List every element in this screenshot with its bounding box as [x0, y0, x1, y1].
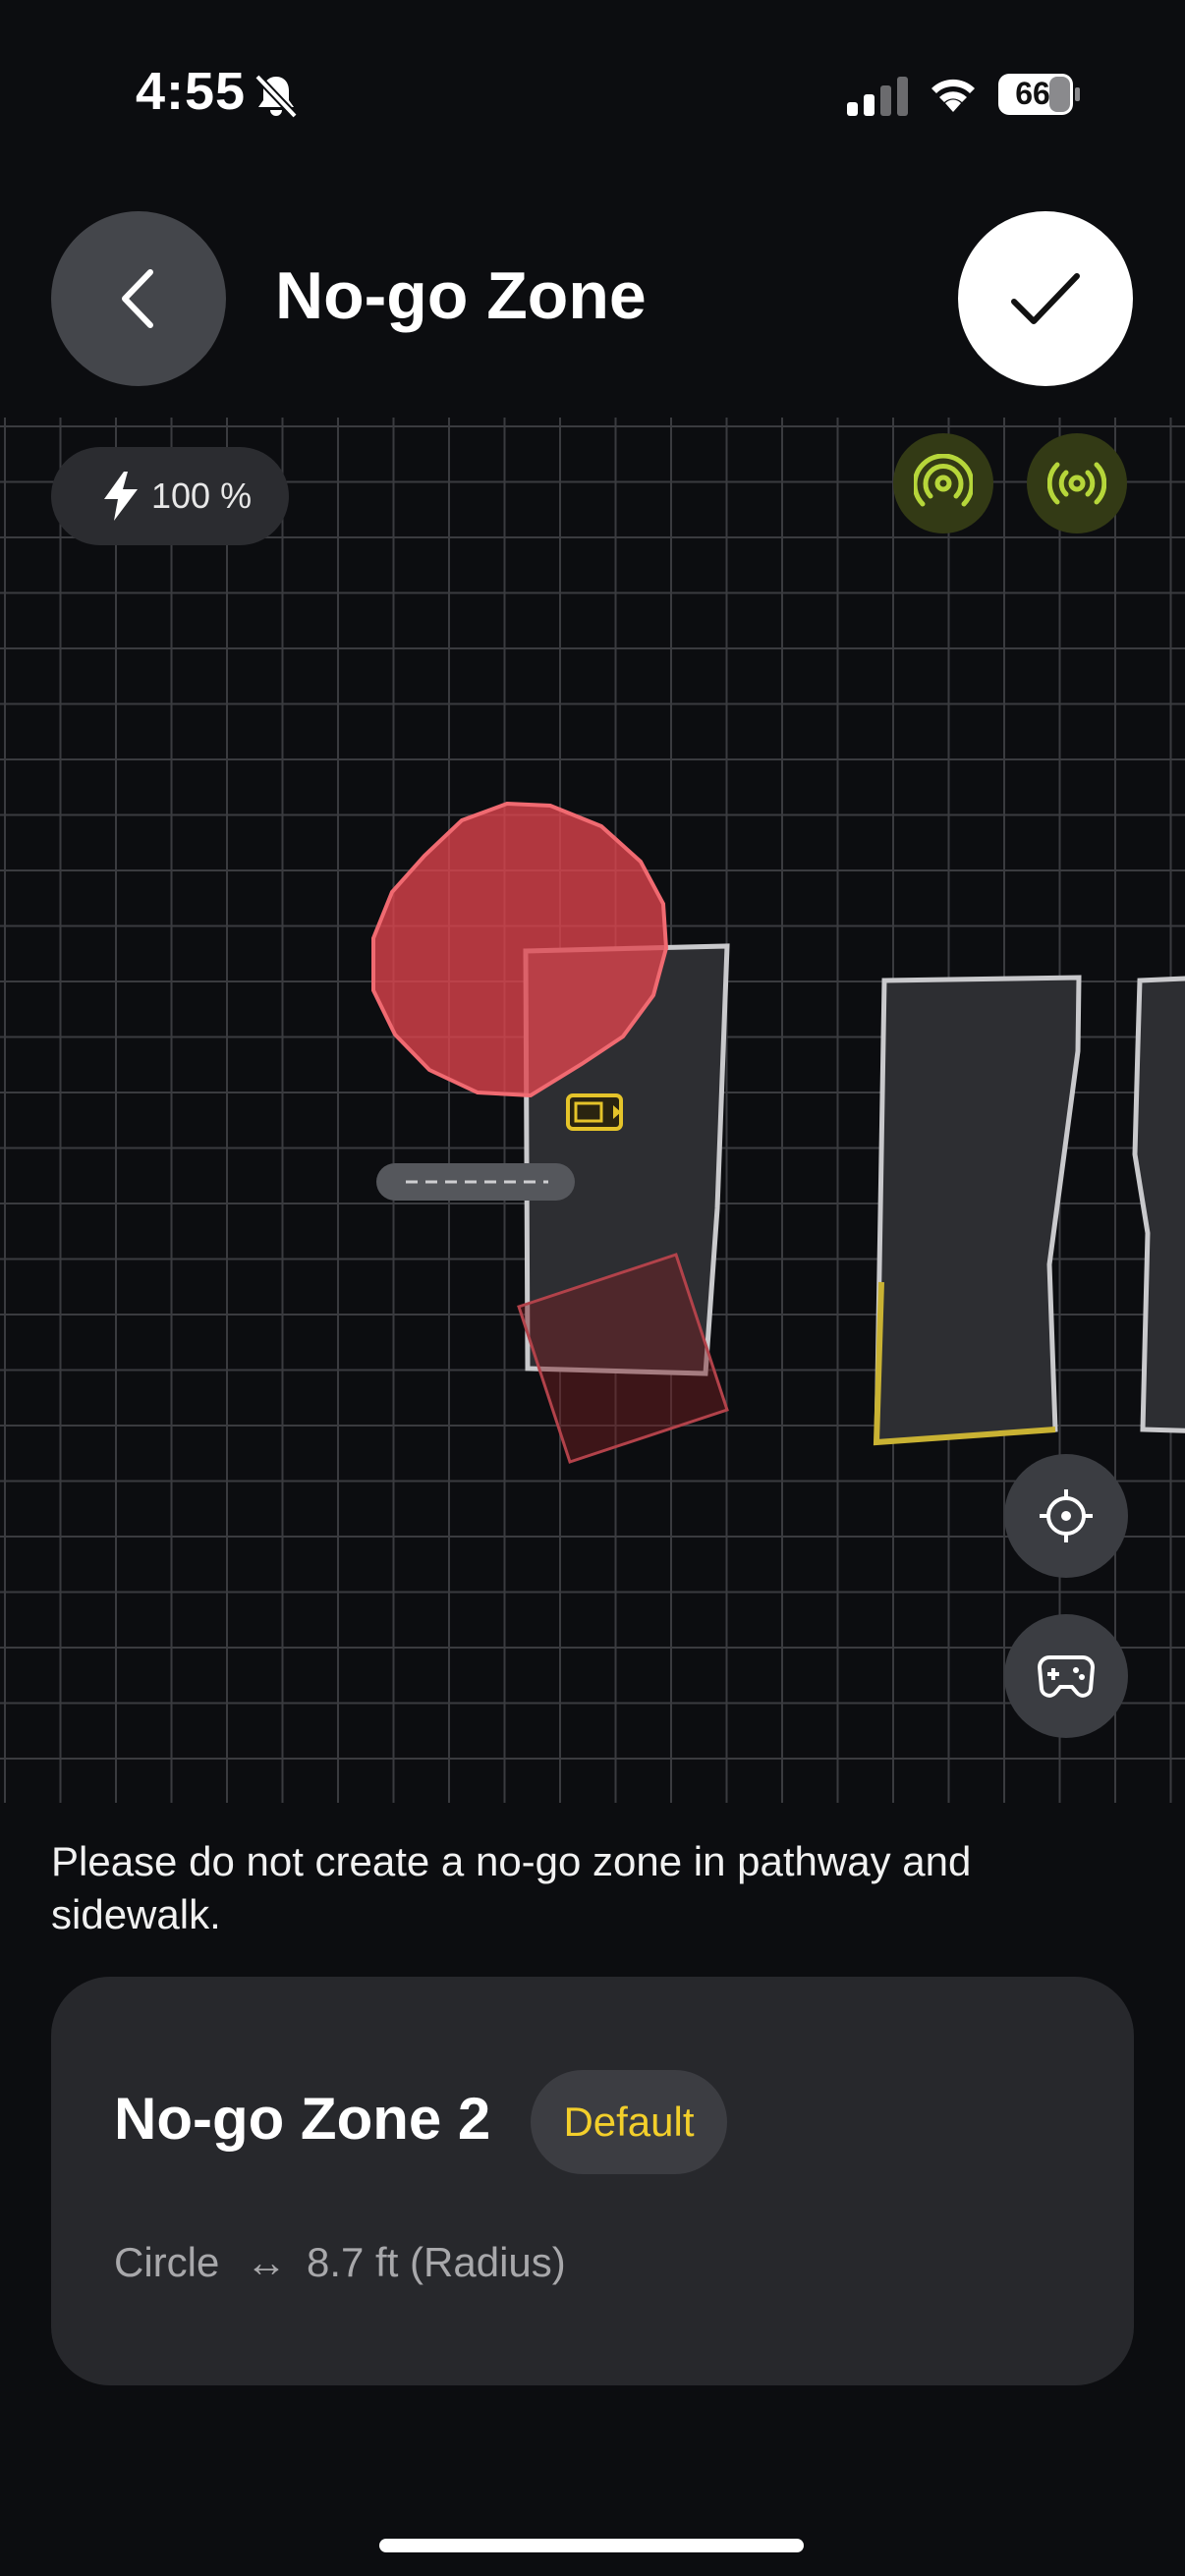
- no-go-warning: Please do not create a no-go zone in pat…: [51, 1838, 972, 1937]
- rtk-signal-icon: [914, 454, 973, 507]
- default-badge: Default: [531, 2070, 727, 2174]
- mower-battery-level: 100 %: [151, 476, 253, 516]
- chevron-left-icon: [122, 269, 153, 328]
- mower-marker: [566, 1093, 623, 1131]
- broadcast-icon: [1047, 462, 1106, 505]
- zone-details-card[interactable]: No-go Zone 2 Default Circle ↔ 8.7 ft (Ra…: [51, 1977, 1134, 2385]
- lightning-icon: [104, 472, 138, 521]
- crosshair-icon: [1040, 1489, 1093, 1542]
- rtk-signal-button[interactable]: [893, 433, 993, 533]
- mower-battery-pill: 100 %: [51, 447, 289, 545]
- locate-button[interactable]: [1004, 1454, 1128, 1578]
- remote-control-button[interactable]: [1004, 1614, 1128, 1738]
- home-indicator: [379, 2539, 804, 2552]
- checkmark-icon: [1011, 273, 1080, 324]
- double-arrow-icon: ↔: [246, 2239, 287, 2285]
- bell-off-icon: [254, 74, 298, 119]
- dashed-line-pill: [376, 1163, 575, 1201]
- back-button[interactable]: [51, 211, 226, 386]
- cellular-signal-icon: [847, 77, 908, 116]
- status-time: 4:55: [136, 62, 247, 121]
- gamepad-icon: [1038, 1655, 1095, 1698]
- zone-name: No-go Zone 2: [114, 2086, 491, 2152]
- map-view[interactable]: 100 %: [0, 418, 1185, 1803]
- broadcast-signal-button[interactable]: [1027, 433, 1127, 533]
- status-bar: 4:55 66: [0, 0, 1185, 196]
- zone-radius: 8.7 ft (Radius): [307, 2239, 566, 2285]
- battery-level: 66: [1015, 76, 1050, 111]
- confirm-button[interactable]: [958, 211, 1133, 386]
- wifi-icon: [931, 79, 975, 112]
- lawn-boundary[interactable]: [874, 975, 1082, 1445]
- page-title: No-go Zone: [275, 258, 647, 333]
- zone-shape: Circle: [114, 2239, 220, 2285]
- lawn-boundary[interactable]: [1132, 976, 1185, 1433]
